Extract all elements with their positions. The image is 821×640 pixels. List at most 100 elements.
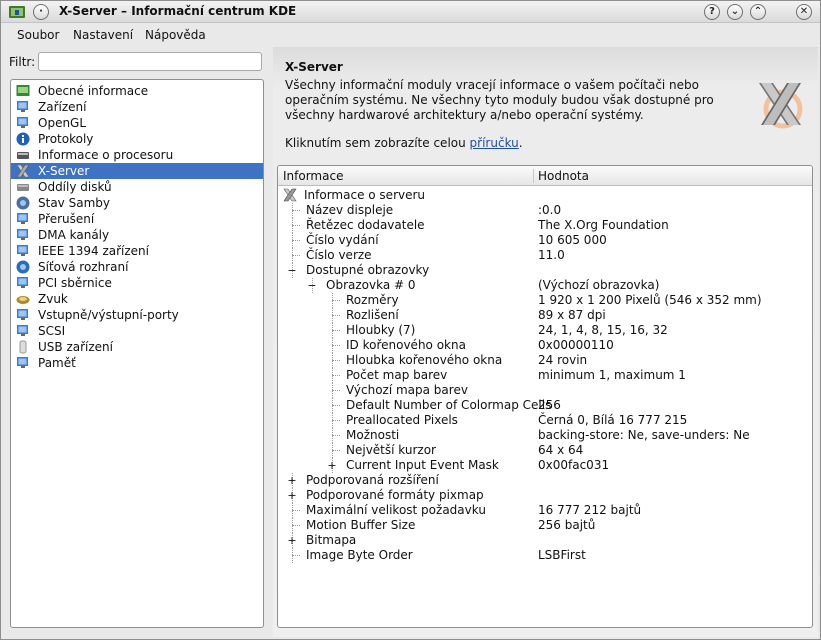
- expand-toggle-icon[interactable]: +: [327, 458, 337, 473]
- menu-napoveda[interactable]: Nápověda: [145, 28, 206, 42]
- tree-row[interactable]: Maximální velikost požadavku 16 777 212 b…: [278, 503, 812, 518]
- tree-row-value: Černá 0, Bílá 16 777 215: [538, 413, 688, 427]
- column-header-hodnota[interactable]: Hodnota: [538, 169, 589, 183]
- tree-row-key: Rozlišení: [346, 308, 399, 322]
- minimize-button[interactable]: ⌄: [727, 4, 743, 20]
- menu-soubor[interactable]: Soubor: [17, 28, 59, 42]
- kinfocenter-app-icon[interactable]: [9, 5, 25, 19]
- tree-row[interactable]: ID kořenového okna 0x00000110: [278, 338, 812, 353]
- column-separator[interactable]: [533, 169, 534, 183]
- tree-row[interactable]: − Obrazovka # 0 (Výchozí obrazovka): [278, 278, 812, 293]
- tree-row[interactable]: Řetězec dodavatele The X.Org Foundation: [278, 218, 812, 233]
- module-item-label: Síťová rozhraní: [38, 260, 129, 274]
- kinfocenter-window: · X-Server – Informační centrum KDE ? ⌄ …: [0, 0, 821, 640]
- expand-toggle-icon[interactable]: +: [287, 533, 297, 548]
- help-button[interactable]: ?: [704, 4, 720, 20]
- collapse-toggle-icon[interactable]: −: [287, 263, 297, 278]
- window-title: X-Server – Informační centrum KDE: [59, 4, 297, 18]
- tree-row[interactable]: + Podporovaná rozšíření: [278, 473, 812, 488]
- close-button[interactable]: ✕: [796, 4, 812, 20]
- module-item[interactable]: SCSI: [11, 323, 263, 339]
- tree-branch-line: [332, 405, 340, 406]
- module-item[interactable]: Paměť: [11, 355, 263, 371]
- module-item[interactable]: Oddíly disků: [11, 179, 263, 195]
- tree-row[interactable]: Hloubky (7) 24, 1, 4, 8, 15, 16, 32: [278, 323, 812, 338]
- tree-row[interactable]: + Podporované formáty pixmap: [278, 488, 812, 503]
- tree-row-key: Hloubky (7): [346, 323, 416, 337]
- module-item[interactable]: PCI sběrnice: [11, 275, 263, 291]
- tree-row[interactable]: Počet map barev minimum 1, maximum 1: [278, 368, 812, 383]
- module-item-label: USB zařízení: [38, 340, 113, 354]
- tree-row[interactable]: Rozměry 1 920 x 1 200 Pixelů (546 x 352 m…: [278, 293, 812, 308]
- window-menu-button[interactable]: ·: [33, 4, 49, 20]
- tree-row[interactable]: Preallocated Pixels Černá 0, Bílá 16 777 …: [278, 413, 812, 428]
- manual-link[interactable]: příručku: [470, 136, 519, 150]
- tree-row-value: minimum 1, maximum 1: [538, 368, 686, 382]
- tree-branch-line: [332, 345, 340, 346]
- info-tree[interactable]: Informace Hodnota Informace o serveru Náz…: [277, 165, 813, 628]
- tree-row[interactable]: Možnosti backing-store: Ne, save-unders: …: [278, 428, 812, 443]
- filter-input[interactable]: [38, 52, 262, 71]
- tree-row[interactable]: Default Number of Colormap Cells 256: [278, 398, 812, 413]
- tree-row[interactable]: Číslo verze 11.0: [278, 248, 812, 263]
- module-item-label: Obecné informace: [38, 84, 149, 98]
- module-item[interactable]: Zařízení: [11, 99, 263, 115]
- cpu-icon: [17, 152, 29, 159]
- column-header-informace[interactable]: Informace: [283, 169, 343, 183]
- module-item[interactable]: Síťová rozhraní: [11, 259, 263, 275]
- tree-row[interactable]: Výchozí mapa barev: [278, 383, 812, 398]
- module-item[interactable]: Zvuk: [11, 291, 263, 307]
- module-item[interactable]: Informace o procesoru: [11, 147, 263, 163]
- tree-row[interactable]: Rozlišení 89 x 87 dpi: [278, 308, 812, 323]
- tree-row[interactable]: Hloubka kořenového okna 24 rovin: [278, 353, 812, 368]
- tree-row[interactable]: Motion Buffer Size 256 bajtů: [278, 518, 812, 533]
- menu-bar: Soubor Nastavení Nápověda: [1, 24, 820, 46]
- pci-icon: [17, 277, 28, 288]
- module-item[interactable]: IEEE 1394 zařízení: [11, 243, 263, 259]
- tree-row[interactable]: Číslo vydání 10 605 000: [278, 233, 812, 248]
- module-item-label: Stav Samby: [38, 196, 110, 210]
- module-item[interactable]: Protokoly: [11, 131, 263, 147]
- tree-row[interactable]: + Current Input Event Mask 0x00fac031: [278, 458, 812, 473]
- module-item[interactable]: OpenGL: [11, 115, 263, 131]
- tree-row[interactable]: Image Byte Order LSBFirst: [278, 548, 812, 563]
- tree-row-key: Preallocated Pixels: [346, 413, 458, 427]
- module-item-label: Oddíly disků: [38, 180, 112, 194]
- module-item-label: Paměť: [38, 356, 76, 370]
- sound-icon: [16, 296, 30, 304]
- tree-row[interactable]: Informace o serveru: [278, 188, 812, 203]
- module-description: Všechny informační moduly vracejí inform…: [285, 78, 714, 122]
- tree-row-key: Motion Buffer Size: [306, 518, 416, 532]
- tree-row[interactable]: + Bitmapa: [278, 533, 812, 548]
- module-item[interactable]: Vstupně/výstupní-porty: [11, 307, 263, 323]
- module-item-label: Vstupně/výstupní-porty: [38, 308, 179, 322]
- collapse-toggle-icon[interactable]: −: [307, 278, 317, 293]
- tree-row-key: Informace o serveru: [304, 188, 426, 202]
- tree-row[interactable]: − Dostupné obrazovky: [278, 263, 812, 278]
- tree-row-value: 11.0: [538, 248, 565, 262]
- tree-header: Informace Hodnota: [278, 166, 812, 186]
- tree-row-value: 64 x 64: [538, 443, 584, 457]
- tree-row-value: 0x00000110: [538, 338, 614, 352]
- module-item[interactable]: Přerušení: [11, 211, 263, 227]
- module-item[interactable]: DMA kanály: [11, 227, 263, 243]
- module-item-label: Přerušení: [38, 212, 95, 226]
- module-item[interactable]: Stav Samby: [11, 195, 263, 211]
- opengl-icon: [17, 117, 28, 128]
- menu-nastaveni[interactable]: Nastavení: [73, 28, 133, 42]
- module-item[interactable]: USB zařízení: [11, 339, 263, 355]
- module-item[interactable]: X-Server: [11, 163, 263, 179]
- maximize-button[interactable]: ⌃: [750, 4, 766, 20]
- title-bar[interactable]: · X-Server – Informační centrum KDE ? ⌄ …: [1, 1, 820, 23]
- expand-toggle-icon[interactable]: +: [287, 473, 297, 488]
- x-server-logo-icon: [759, 83, 803, 129]
- tree-row-key: Číslo verze: [306, 248, 372, 262]
- tree-row[interactable]: Největší kurzor 64 x 64: [278, 443, 812, 458]
- tree-row[interactable]: Název displeje:0.0: [278, 203, 812, 218]
- tree-branch-line: [332, 390, 340, 391]
- dma-icon: [17, 229, 28, 240]
- module-item[interactable]: Obecné informace: [11, 83, 263, 99]
- expand-toggle-icon[interactable]: +: [287, 488, 297, 503]
- tree-row-key: Řetězec dodavatele: [306, 218, 425, 232]
- module-list[interactable]: Obecné informace Zařízení OpenGL Protokoly I…: [10, 79, 264, 628]
